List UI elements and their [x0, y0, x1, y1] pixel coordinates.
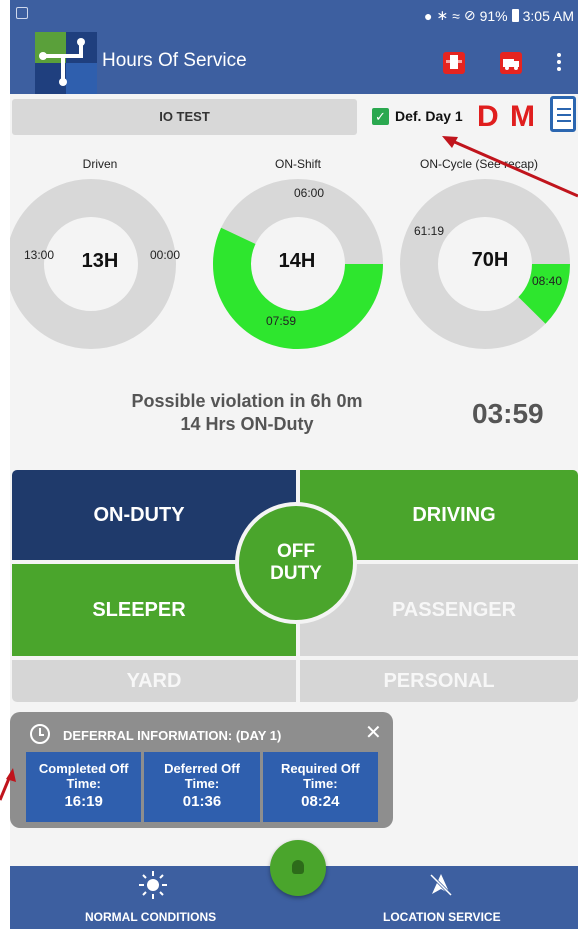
personal-label: PERSONAL	[383, 669, 495, 692]
tile-value: 16:19	[64, 793, 103, 810]
driving-label: DRIVING	[412, 503, 496, 526]
sleeper-label: SLEEPER	[92, 598, 186, 621]
deferral-title: DEFERRAL INFORMATION: (DAY 1)	[63, 728, 282, 743]
deferred-off-tile: Deferred Off Time: 01:36	[144, 752, 260, 822]
yard-button[interactable]: YARD	[12, 660, 296, 702]
location-off-icon[interactable]	[428, 872, 454, 898]
clipboard-icon[interactable]	[550, 96, 576, 132]
vehicle-button[interactable]: IO TEST	[12, 99, 357, 135]
deferral-info-card: DEFERRAL INFORMATION: (DAY 1) ✕ Complete…	[10, 712, 393, 828]
tile-label-1: Required Off	[280, 761, 360, 776]
passenger-label: PASSENGER	[391, 598, 517, 621]
hos-app: ● ∗ ≈ ⊘ 91% 3:05 AM Hours Of Service IO …	[10, 0, 578, 929]
onshift-center: 14H	[278, 250, 316, 272]
status-right: ● ∗ ≈ ⊘ 91% 3:05 AM	[424, 7, 574, 24]
dnd-icon: ⊘	[463, 7, 476, 23]
tile-value: 08:24	[301, 793, 340, 810]
annotation-arrow-left	[0, 775, 12, 801]
battery-percent: 91%	[479, 7, 508, 24]
deferral-tiles: Completed Off Time: 16:19 Deferred Off T…	[26, 752, 378, 822]
off-duty-button[interactable]: OFF DUTY	[235, 502, 357, 624]
sun-icon[interactable]	[138, 870, 168, 900]
onshift-bottom-value: 07:59	[266, 314, 297, 328]
oncycle-left-value: 61:19	[414, 224, 445, 238]
deferral-checkbox[interactable]: ✓	[372, 108, 389, 125]
screenshot-icon	[16, 7, 28, 19]
violation-line-2: 14 Hrs ON-Duty	[180, 414, 314, 434]
status-bar: ● ∗ ≈ ⊘ 91% 3:05 AM	[10, 0, 578, 30]
deferral-checkbox-label[interactable]: Def. Day 1	[395, 108, 463, 124]
overflow-menu-icon[interactable]	[556, 50, 562, 74]
off-duty-label-2: DUTY	[270, 563, 322, 584]
clock-time: 3:05 AM	[522, 7, 574, 24]
battery-icon	[511, 9, 519, 22]
app-title: Hours Of Service	[102, 50, 247, 71]
eld-device-icon[interactable]	[443, 52, 465, 74]
tile-value: 01:36	[182, 793, 222, 810]
driver-icon	[292, 860, 304, 874]
truck-icon[interactable]	[500, 52, 522, 74]
tile-label-2: Time:	[184, 776, 220, 791]
clock-icon	[30, 724, 50, 744]
tile-label-1: Deferred Off	[164, 761, 240, 776]
off-duty-label-1: OFF	[277, 541, 315, 562]
oncycle-center: 70H	[471, 249, 509, 271]
wifi-icon: ≈	[452, 7, 460, 24]
location-icon: ●	[423, 7, 433, 24]
driven-right-value: 00:00	[150, 248, 181, 262]
personal-button[interactable]: PERSONAL	[300, 660, 578, 702]
on-duty-label: ON-DUTY	[93, 503, 185, 526]
driven-center: 13H	[81, 250, 119, 272]
m-indicator[interactable]: M	[510, 100, 535, 134]
location-service-label[interactable]: LOCATION SERVICE	[383, 910, 501, 924]
driver-fab-button[interactable]	[270, 840, 326, 896]
onshift-top-value: 06:00	[294, 186, 325, 200]
bluetooth-icon: ∗	[436, 7, 449, 23]
oncycle-right-value: 08:40	[532, 274, 563, 288]
tile-label-1: Completed Off	[38, 761, 129, 776]
app-logo	[35, 32, 97, 94]
d-indicator[interactable]: D	[477, 100, 499, 134]
violation-message: Possible violation in 6h 0m 14 Hrs ON-Du…	[102, 390, 392, 436]
completed-off-tile: Completed Off Time: 16:19	[26, 752, 142, 822]
violation-line-1: Possible violation in 6h 0m	[131, 391, 363, 411]
yard-label: YARD	[126, 669, 182, 692]
normal-conditions-label[interactable]: NORMAL CONDITIONS	[85, 910, 216, 924]
tile-label-2: Time:	[66, 776, 101, 791]
countdown-timer: 03:59	[472, 398, 544, 429]
close-icon[interactable]: ✕	[365, 720, 382, 745]
tile-label-2: Time:	[303, 776, 338, 791]
app-bar: Hours Of Service	[10, 30, 578, 94]
required-off-tile: Required Off Time: 08:24	[262, 752, 378, 822]
driven-left-value: 13:00	[24, 248, 55, 262]
